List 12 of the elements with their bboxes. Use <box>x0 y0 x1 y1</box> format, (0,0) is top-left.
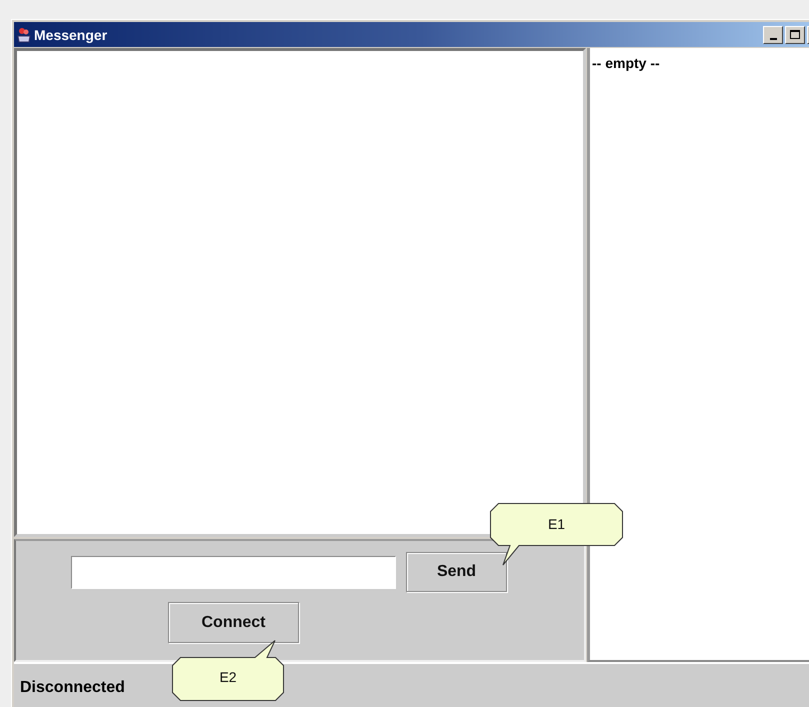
callout: E1 <box>490 503 623 566</box>
status-text: Disconnected <box>20 678 125 696</box>
minimize-icon <box>770 38 776 40</box>
maximize-button[interactable] <box>785 26 805 44</box>
send-button[interactable]: Send <box>406 552 507 592</box>
callout: E2 <box>172 640 284 701</box>
window-title: Messenger <box>34 26 108 42</box>
list-item[interactable]: -- empty -- <box>592 55 660 71</box>
minimize-button[interactable] <box>763 26 783 44</box>
app-icon <box>16 26 32 42</box>
message-field[interactable] <box>71 556 396 588</box>
connect-button[interactable]: Connect <box>168 602 299 643</box>
